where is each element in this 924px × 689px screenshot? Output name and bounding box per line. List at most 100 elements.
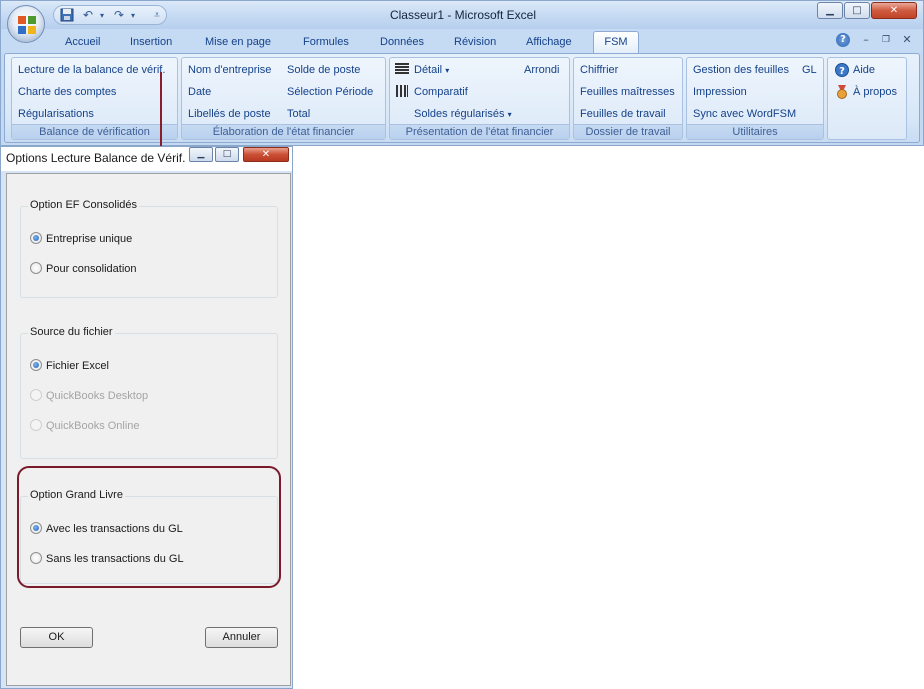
aide-button[interactable]: Aide: [853, 63, 875, 77]
group-balance-verification: Lecture de la balance de vérif. Charte d…: [11, 57, 178, 140]
close-icon: ✕: [261, 149, 271, 160]
close-icon: ✕: [889, 5, 899, 16]
radio-unselected-icon: [30, 389, 42, 401]
group-presentation-etat: Détail ▾ Comparatif Soldes régularisés ▾…: [389, 57, 570, 140]
soldes-regularises-label: Soldes régularisés: [414, 108, 505, 120]
group-label: Balance de vérification: [12, 124, 177, 139]
excel-window: Classeur1 - Microsoft Excel ↶ ▾ ↷ ▾ ⩡ ▁ …: [0, 0, 924, 146]
selection-periode-button[interactable]: Sélection Période: [287, 85, 373, 99]
undo-dropdown-icon[interactable]: ▾: [94, 8, 110, 23]
solde-poste-button[interactable]: Solde de poste: [287, 63, 360, 77]
radio-quickbooks-online: QuickBooks Online: [30, 419, 140, 432]
minimize-button[interactable]: ▁: [817, 2, 843, 19]
tab-accueil[interactable]: Accueil: [65, 34, 100, 53]
group-label: Présentation de l'état financier: [390, 124, 569, 139]
radio-unselected-icon: [30, 419, 42, 431]
nom-entreprise-button[interactable]: Nom d'entreprise: [188, 63, 271, 77]
maximize-button[interactable]: □: [844, 2, 870, 19]
charte-comptes-button[interactable]: Charte des comptes: [18, 85, 116, 99]
options-dialog: Options Lecture Balance de Vérif. ▁ □ ✕ …: [0, 146, 293, 689]
redo-dropdown-icon[interactable]: ▾: [125, 8, 141, 23]
radio-fichier-excel[interactable]: Fichier Excel: [30, 359, 109, 372]
libelles-poste-button[interactable]: Libellés de poste: [188, 107, 271, 121]
radio-entreprise-unique[interactable]: Entreprise unique: [30, 232, 132, 245]
impression-button[interactable]: Impression: [693, 85, 747, 99]
close-button[interactable]: ✕: [871, 2, 917, 19]
ribbon-close-icon[interactable]: ✕: [900, 33, 914, 47]
soldes-regularises-button[interactable]: Soldes régularisés ▾: [414, 107, 512, 122]
group-ef-consolides: Option EF Consolidés Entreprise unique P…: [20, 199, 278, 298]
cancel-button[interactable]: Annuler: [205, 627, 278, 648]
group-dossier-travail: Chiffrier Feuilles maîtresses Feuilles d…: [573, 57, 683, 140]
radio-pour-consolidation[interactable]: Pour consolidation: [30, 262, 137, 275]
gestion-feuilles-button[interactable]: Gestion des feuilles: [693, 63, 789, 77]
comparatif-button[interactable]: Comparatif: [414, 85, 468, 99]
radio-label: QuickBooks Online: [46, 420, 140, 432]
group-source-fichier: Source du fichier Fichier Excel QuickBoo…: [20, 326, 278, 459]
group-label: Utilitaires: [687, 124, 823, 139]
chiffrier-button[interactable]: Chiffrier: [580, 63, 618, 77]
tab-mise-en-page[interactable]: Mise en page: [205, 34, 271, 53]
dialog-minimize-button[interactable]: ▁: [189, 147, 213, 162]
minimize-icon: ▁: [197, 149, 205, 159]
chevron-down-icon: ▾: [445, 66, 450, 75]
office-logo-icon: [18, 16, 36, 34]
detail-button[interactable]: Détail ▾: [414, 63, 449, 78]
ribbon-tabs: Accueil Insertion Mise en page Formules …: [1, 29, 923, 53]
feuilles-travail-button[interactable]: Feuilles de travail: [580, 107, 666, 121]
tab-fsm[interactable]: FSM: [593, 31, 639, 53]
total-button[interactable]: Total: [287, 107, 310, 121]
tab-affichage[interactable]: Affichage: [526, 34, 572, 53]
tab-insertion[interactable]: Insertion: [130, 34, 172, 53]
gl-button[interactable]: GL: [802, 63, 817, 77]
feuilles-maitresses-button[interactable]: Feuilles maîtresses: [580, 85, 675, 99]
group-title: Option EF Consolidés: [28, 199, 139, 211]
arrondi-button[interactable]: Arrondi: [524, 63, 559, 77]
date-button[interactable]: Date: [188, 85, 211, 99]
maximize-icon: □: [222, 149, 232, 159]
radio-selected-icon: [30, 232, 42, 244]
radio-label: Pour consolidation: [46, 263, 137, 275]
group-utilitaires: Gestion des feuilles GL Impression Sync …: [686, 57, 824, 140]
dialog-maximize-button[interactable]: □: [215, 147, 239, 162]
group-elaboration-etat: Nom d'entreprise Date Libellés de poste …: [181, 57, 386, 140]
comparatif-icon: [395, 85, 409, 99]
lecture-balance-button[interactable]: Lecture de la balance de vérif.: [18, 63, 165, 77]
detail-label: Détail: [414, 64, 443, 76]
detail-icon: [395, 63, 409, 77]
radio-label: Entreprise unique: [46, 233, 133, 245]
dialog-title: Options Lecture Balance de Vérif.: [6, 151, 186, 165]
ribbon-minimize-icon[interactable]: –: [859, 33, 873, 47]
sync-wordfsm-button[interactable]: Sync avec WordFSM: [693, 107, 796, 121]
dialog-close-button[interactable]: ✕: [243, 147, 289, 162]
highlight-frame: [17, 466, 281, 588]
ok-button[interactable]: OK: [20, 627, 93, 648]
tab-revision[interactable]: Révision: [454, 34, 496, 53]
group-label: Élaboration de l'état financier: [182, 124, 385, 139]
callout-connector-line: [160, 72, 162, 150]
medal-icon: [835, 85, 849, 99]
group-label: Dossier de travail: [574, 124, 682, 139]
title-bar: Classeur1 - Microsoft Excel ↶ ▾ ↷ ▾ ⩡ ▁ …: [1, 1, 923, 29]
help-icon[interactable]: ?: [836, 33, 850, 47]
chevron-down-icon: ▾: [507, 110, 512, 119]
ribbon-restore-icon[interactable]: ❐: [879, 33, 893, 47]
radio-label: Fichier Excel: [46, 360, 109, 372]
radio-label: QuickBooks Desktop: [46, 390, 149, 402]
radio-selected-icon: [30, 359, 42, 371]
customize-qat-icon[interactable]: ⩡: [149, 8, 165, 23]
dialog-title-bar: Options Lecture Balance de Vérif. ▁ □ ✕: [1, 147, 292, 171]
ribbon: Lecture de la balance de vérif. Charte d…: [4, 53, 920, 143]
save-icon[interactable]: [59, 8, 75, 23]
help-icon: ?: [835, 63, 849, 77]
group-aide: ? Aide À propos: [827, 57, 907, 140]
svg-text:?: ?: [839, 66, 845, 77]
tab-formules[interactable]: Formules: [303, 34, 349, 53]
maximize-icon: □: [852, 5, 862, 16]
office-button[interactable]: [7, 5, 45, 43]
minimize-icon: ▁: [826, 5, 834, 16]
tab-donnees[interactable]: Données: [380, 34, 424, 53]
radio-unselected-icon: [30, 262, 42, 274]
regularisations-button[interactable]: Régularisations: [18, 107, 94, 121]
a-propos-button[interactable]: À propos: [853, 85, 897, 99]
